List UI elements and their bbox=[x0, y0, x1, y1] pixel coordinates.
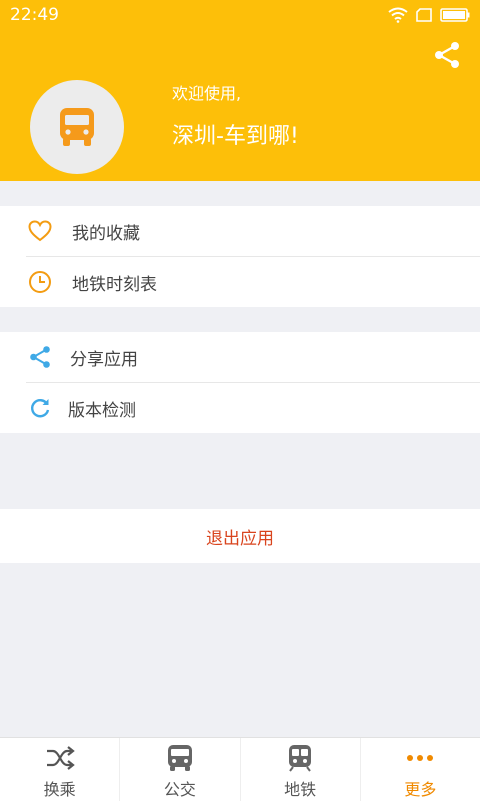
status-icons bbox=[388, 6, 470, 24]
profile-header: 22:49 欢迎使用, 深圳-车到哪! bbox=[0, 0, 480, 181]
tab-transfer[interactable]: 换乘 bbox=[0, 738, 121, 801]
status-time: 22:49 bbox=[10, 5, 59, 25]
menu-item-version-check[interactable]: 版本检测 bbox=[0, 383, 480, 433]
metro-icon bbox=[284, 744, 316, 772]
menu-item-label: 分享应用 bbox=[70, 349, 138, 370]
wifi-icon bbox=[388, 7, 408, 23]
avatar[interactable] bbox=[30, 80, 124, 174]
refresh-icon bbox=[27, 395, 53, 421]
tab-label: 更多 bbox=[404, 780, 437, 799]
heart-icon bbox=[27, 218, 53, 244]
bus-icon bbox=[60, 108, 94, 146]
menu-group-favorites: 我的收藏 地铁时刻表 bbox=[0, 206, 480, 307]
menu-item-label: 我的收藏 bbox=[72, 223, 140, 244]
tab-more[interactable]: 更多 bbox=[361, 738, 480, 801]
tab-label: 公交 bbox=[163, 780, 196, 799]
bottom-tab-bar: 换乘 公交 地铁 更多 bbox=[0, 737, 480, 801]
menu-item-share-app[interactable]: 分享应用 bbox=[0, 332, 480, 382]
tab-metro[interactable]: 地铁 bbox=[241, 738, 361, 801]
sim-icon bbox=[416, 8, 432, 22]
share-icon[interactable] bbox=[432, 40, 462, 70]
menu-item-metro-timetable[interactable]: 地铁时刻表 bbox=[0, 257, 480, 307]
welcome-text: 欢迎使用, bbox=[172, 84, 242, 103]
clock-icon bbox=[27, 269, 53, 295]
tab-bus[interactable]: 公交 bbox=[120, 738, 241, 801]
tab-label: 地铁 bbox=[284, 780, 317, 799]
shuffle-icon bbox=[44, 744, 76, 772]
more-icon bbox=[404, 744, 436, 772]
tab-label: 换乘 bbox=[43, 780, 76, 799]
menu-item-favorites[interactable]: 我的收藏 bbox=[0, 206, 480, 256]
battery-icon bbox=[440, 8, 470, 22]
menu-group-app: 分享应用 版本检测 bbox=[0, 332, 480, 433]
menu-item-label: 地铁时刻表 bbox=[72, 274, 157, 295]
app-name: 深圳-车到哪! bbox=[172, 124, 299, 149]
menu-item-label: 版本检测 bbox=[68, 400, 136, 421]
logout-button[interactable]: 退出应用 bbox=[0, 509, 480, 563]
share-icon bbox=[27, 344, 53, 370]
bus-icon bbox=[164, 744, 196, 772]
